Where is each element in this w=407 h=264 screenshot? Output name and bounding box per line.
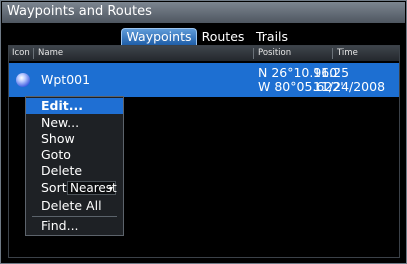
menu-item-delete-all[interactable]: Delete All <box>26 198 123 214</box>
window-title: Waypoints and Routes <box>7 4 152 19</box>
menu-item-find[interactable]: Find... <box>26 218 123 234</box>
waypoint-dot-icon <box>16 73 30 87</box>
table-row[interactable]: Wpt001 N 26°10.960' W 80°05.622' 11:25 1… <box>9 63 399 97</box>
title-bar: Waypoints and Routes <box>2 2 405 24</box>
sort-label: Sort <box>41 180 67 195</box>
context-menu: Edit... New... Show Goto Delete Sort Nea… <box>25 96 124 236</box>
waypoint-name: Wpt001 <box>41 72 91 87</box>
sort-select[interactable]: Nearest ▾ <box>67 181 117 195</box>
column-header-time: Time <box>337 48 358 58</box>
chevron-down-icon: ▾ <box>108 184 113 193</box>
waypoint-date-value: 11/24/2008 <box>313 79 386 94</box>
column-header-name: Name <box>38 48 64 58</box>
tab-bar: Waypoints Routes Trails <box>2 23 405 45</box>
column-divider <box>332 48 333 59</box>
column-header-position: Position <box>258 48 292 58</box>
menu-item-delete[interactable]: Delete <box>26 163 123 179</box>
tab-routes[interactable]: Routes <box>200 29 246 45</box>
tab-waypoints[interactable]: Waypoints <box>121 28 197 45</box>
waypoint-time-value: 11:25 <box>313 65 350 80</box>
tab-trails[interactable]: Trails <box>253 29 291 45</box>
column-header-icon: Icon <box>12 48 30 58</box>
waypoints-window: Waypoints and Routes Waypoints Routes Tr… <box>0 0 407 264</box>
menu-item-show[interactable]: Show <box>26 131 123 147</box>
menu-divider <box>32 216 117 217</box>
menu-item-goto[interactable]: Goto <box>26 147 123 163</box>
waypoint-time: 11:25 11/24/2008 <box>313 66 385 94</box>
menu-item-new[interactable]: New... <box>26 115 123 131</box>
column-divider <box>33 48 34 59</box>
menu-item-edit[interactable]: Edit... <box>26 98 123 114</box>
table-header: Icon Name Position Time <box>9 46 399 61</box>
menu-item-sort[interactable]: Sort Nearest ▾ <box>26 180 123 196</box>
column-divider <box>253 48 254 59</box>
